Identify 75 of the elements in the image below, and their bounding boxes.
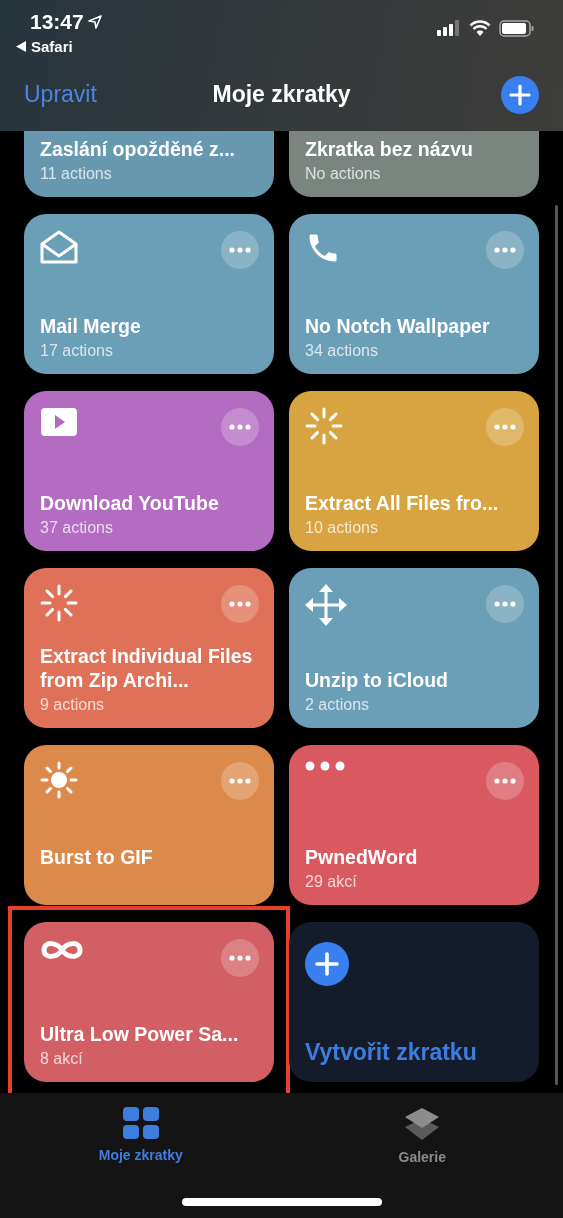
action-count: 37 actions	[40, 519, 114, 537]
more-button[interactable]	[221, 585, 259, 623]
shortcut-card[interactable]: Extract All Files fro... 10 actions	[289, 391, 539, 551]
action-count: 11 actions	[40, 165, 113, 183]
action-count: 2 actions	[305, 696, 371, 714]
shortcut-card[interactable]: Download YouTube 37 actions	[24, 391, 274, 551]
move-arrows-icon	[305, 584, 347, 626]
action-count: 17 actions	[40, 342, 114, 360]
ellipsis-icon	[229, 778, 251, 784]
back-app-link[interactable]: Safari	[31, 38, 73, 55]
envelope-icon	[40, 230, 78, 264]
more-button[interactable]	[221, 231, 259, 269]
shortcut-card[interactable]: Zaslání opožděné z... 11 actions	[24, 131, 274, 197]
ellipsis-icon	[229, 424, 251, 430]
action-count: 9 actions	[40, 696, 106, 714]
dots-icon	[305, 761, 345, 771]
layers-icon	[404, 1107, 441, 1141]
shortcut-title: Burst to GIF	[40, 845, 154, 869]
action-count: 29 akcí	[305, 873, 358, 891]
infinity-icon	[40, 938, 84, 962]
shortcut-title: Download YouTube	[40, 491, 220, 515]
shortcut-card[interactable]: Burst to GIF	[24, 745, 274, 905]
page-title: Moje zkratky	[212, 81, 351, 108]
more-button[interactable]	[486, 231, 524, 269]
shortcut-title: Ultra Low Power Sa...	[40, 1022, 240, 1046]
shortcut-card[interactable]: PwnedWord 29 akcí	[289, 745, 539, 905]
tab[interactable]: Moje zkratky	[0, 1093, 282, 1218]
create-shortcut-card[interactable]: Vytvořit zkratku	[289, 922, 539, 1082]
shortcut-title: Extract All Files fro...	[305, 491, 500, 515]
shortcut-title: Mail Merge	[40, 314, 142, 338]
ellipsis-icon	[494, 601, 516, 607]
grid-icon	[122, 1107, 159, 1139]
shortcut-card[interactable]: Extract Individual Files from Zip Archi... 9 actions	[24, 568, 274, 728]
spinner-icon	[305, 407, 343, 445]
back-triangle-icon[interactable]	[16, 41, 26, 52]
sun-icon	[40, 761, 78, 799]
action-count: 34 actions	[305, 342, 379, 360]
ellipsis-icon	[229, 247, 251, 253]
tab[interactable]: Galerie	[281, 1093, 563, 1218]
play-icon	[40, 407, 78, 437]
shortcut-card[interactable]: Unzip to iCloud 2 actions	[289, 568, 539, 728]
signal-icon	[437, 20, 461, 36]
ellipsis-icon	[494, 424, 516, 430]
shortcut-card[interactable]: Ultra Low Power Sa... 8 akcí	[24, 922, 274, 1082]
plus-circle-icon	[305, 942, 349, 986]
shortcut-card[interactable]: Mail Merge 17 actions	[24, 214, 274, 374]
shortcut-title: Zaslání opožděné z...	[40, 137, 237, 161]
more-button[interactable]	[221, 939, 259, 977]
location-arrow-icon	[87, 15, 102, 29]
more-button[interactable]	[221, 762, 259, 800]
action-count: 10 actions	[305, 519, 379, 537]
ellipsis-icon	[229, 955, 251, 961]
ellipsis-icon	[229, 601, 251, 607]
status-time: 13:47	[30, 10, 84, 34]
action-count: 8 akcí	[40, 1050, 84, 1068]
edit-button[interactable]: Upravit	[24, 81, 97, 108]
more-button[interactable]	[221, 408, 259, 446]
shortcut-card[interactable]: Zkratka bez názvu No actions	[289, 131, 539, 197]
ellipsis-icon	[494, 778, 516, 784]
spinner-icon	[40, 584, 78, 622]
shortcut-title: Extract Individual Files from Zip Archi...	[40, 644, 254, 692]
more-button[interactable]	[486, 762, 524, 800]
shortcut-title: PwnedWord	[305, 845, 419, 869]
create-shortcut-label: Vytvořit zkratku	[305, 1039, 478, 1066]
more-button[interactable]	[486, 408, 524, 446]
action-count: No actions	[305, 165, 382, 183]
shortcut-title: Unzip to iCloud	[305, 668, 449, 692]
battery-icon	[499, 19, 535, 37]
shortcut-title: Zkratka bez názvu	[305, 137, 474, 161]
ellipsis-icon	[494, 247, 516, 253]
add-button[interactable]	[501, 75, 539, 114]
shortcut-card[interactable]: No Notch Wallpaper 34 actions	[289, 214, 539, 374]
shortcut-title: No Notch Wallpaper	[305, 314, 491, 338]
more-button[interactable]	[486, 585, 524, 623]
wifi-icon	[469, 20, 491, 36]
